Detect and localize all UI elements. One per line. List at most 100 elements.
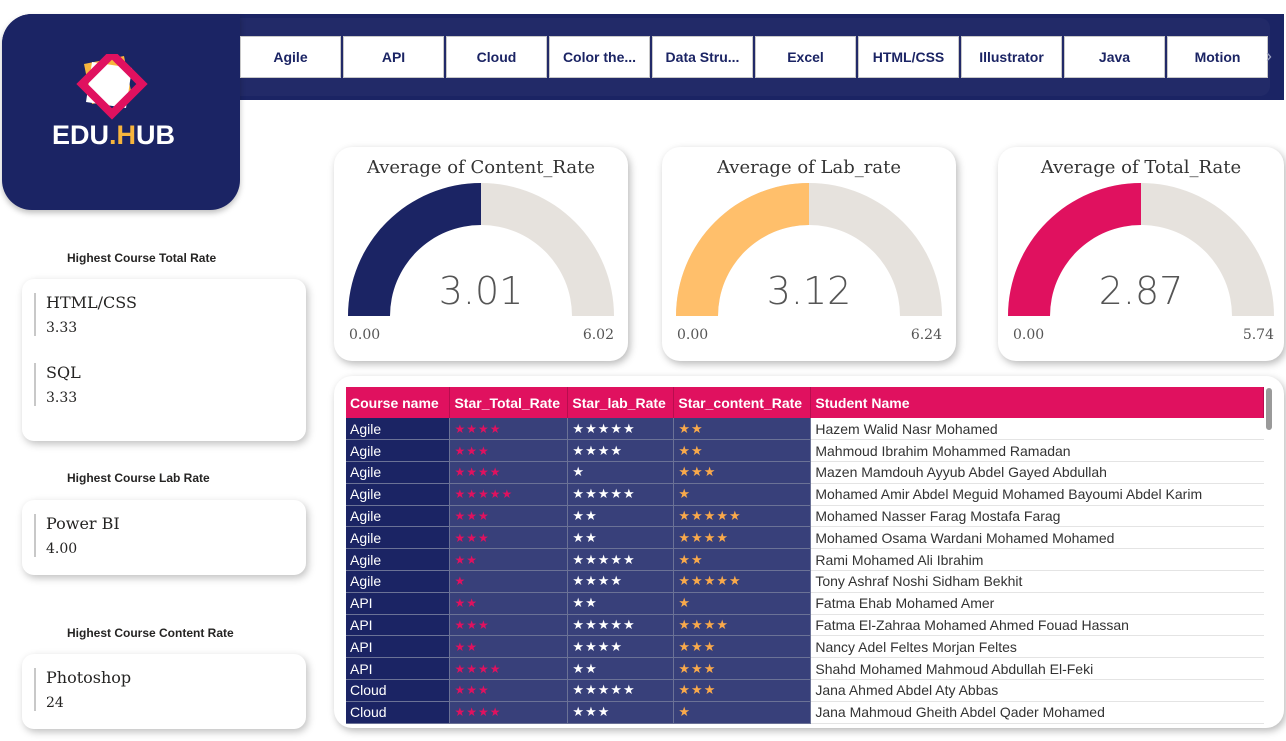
chevron-right-icon[interactable]: › bbox=[1266, 46, 1272, 67]
table-cell: ★★ bbox=[567, 526, 675, 550]
gauge-max: 6.02 bbox=[582, 327, 614, 343]
highest-content-rate-card: Photoshop 24 bbox=[22, 654, 306, 729]
table-scrollbar[interactable] bbox=[1266, 388, 1272, 430]
gauge-title: Average of Total_Rate bbox=[1040, 157, 1242, 178]
slicer-item[interactable]: Excel bbox=[755, 36, 856, 78]
table-cell: ★★★★ bbox=[449, 657, 569, 681]
table-row[interactable]: Agile ★★★ ★★★★ ★★ Mahmoud Ibrahim Mohammed R… bbox=[346, 439, 1264, 463]
gauge-max: 6.24 bbox=[910, 327, 942, 343]
table-cell: Mohamed Osama Wardani Mohamed Mohamed bbox=[810, 526, 1264, 550]
slicer-item[interactable]: Color the... bbox=[549, 36, 650, 78]
table-cell: ★★ bbox=[567, 592, 675, 615]
table-row[interactable]: Agile ★★★★ ★ ★★★ Mazen Mamdouh Ayyub Abdel G… bbox=[346, 461, 1264, 484]
table-cell: ★★ bbox=[673, 439, 812, 463]
gauge-title: Average of Content_Rate bbox=[366, 157, 596, 178]
table-cell: API bbox=[346, 635, 451, 659]
table-cell: ★★ bbox=[673, 548, 812, 572]
table-cell: ★★★★ bbox=[449, 418, 569, 441]
table-cell: API bbox=[346, 614, 451, 637]
table-cell: Agile bbox=[346, 483, 451, 506]
column-header[interactable]: Star_lab_Rate bbox=[567, 387, 675, 418]
table-cell: ★★★★★ bbox=[567, 679, 675, 702]
side-item: Photoshop 24 bbox=[34, 668, 131, 711]
table-cell: ★★ bbox=[673, 418, 812, 441]
slicer-item[interactable]: Cloud bbox=[446, 36, 547, 78]
table-cell: ★★★★★ bbox=[567, 548, 675, 572]
logo-panel: EDU.HUB bbox=[2, 14, 240, 210]
course-value: 3.33 bbox=[46, 390, 78, 406]
table-row[interactable]: API ★★★ ★★★★★ ★★★★ Fatma El-Zahraa Mohamed A… bbox=[346, 614, 1264, 637]
table-cell: Jana Mahmoud Gheith Abdel Qader Mohamed bbox=[810, 701, 1264, 724]
table-cell: ★★★★ bbox=[673, 614, 812, 637]
table-row[interactable]: Agile ★★★ ★★ ★★★★ Mohamed Osama Wardani Moha… bbox=[346, 526, 1264, 550]
table-row[interactable]: Agile ★★ ★★★★★ ★★ Rami Mohamed Ali Ibrahim bbox=[346, 548, 1264, 572]
table-row[interactable]: Agile ★★★★ ★★★★★ ★★ Hazem Walid Nasr Mohamed bbox=[346, 418, 1264, 441]
table-cell: Rami Mohamed Ali Ibrahim bbox=[810, 548, 1264, 572]
table-cell: ★★★ bbox=[673, 679, 812, 702]
table-cell: ★★★ bbox=[449, 439, 569, 463]
table-cell: Cloud bbox=[346, 679, 451, 702]
slicer-item[interactable]: Illustrator bbox=[961, 36, 1062, 78]
table-row[interactable]: Agile ★★★ ★★ ★★★★★ Mohamed Nasser Farag Most… bbox=[346, 505, 1264, 528]
course-name: SQL bbox=[46, 363, 81, 382]
slicer-item[interactable]: API bbox=[343, 36, 444, 78]
table-row[interactable]: Agile ★ ★★★★ ★★★★★ Tony Ashraf Noshi Sidham … bbox=[346, 570, 1264, 593]
table-row[interactable]: API ★★ ★★ ★ Fatma Ehab Mohamed Amer bbox=[346, 592, 1264, 615]
table-cell: ★★★★ bbox=[567, 570, 675, 593]
table-cell: ★★★★★ bbox=[567, 614, 675, 637]
slicer-item[interactable]: Motion bbox=[1167, 36, 1268, 78]
table-cell: ★★★ bbox=[449, 526, 569, 550]
gauge-value: 3.12 bbox=[766, 269, 852, 313]
students-table-card: Course name Star_Total_Rate Star_lab_Rate S… bbox=[334, 376, 1284, 728]
table-cell: ★★★★ bbox=[449, 701, 569, 724]
table-cell: ★★★★★ bbox=[567, 418, 675, 441]
table-cell: ★★★★ bbox=[567, 439, 675, 463]
table-cell: Cloud bbox=[346, 701, 451, 724]
table-cell: Shahd Mohamed Mahmoud Abdullah El-Feki bbox=[810, 657, 1264, 681]
table-cell: ★★★ bbox=[567, 701, 675, 724]
table-row[interactable]: API ★★★★ ★★ ★★★ Shahd Mohamed Mahmoud Abdull… bbox=[346, 657, 1264, 681]
course-value: 3.33 bbox=[46, 320, 78, 336]
side-item: HTML/CSS 3.33 bbox=[34, 293, 137, 336]
table-cell: ★ bbox=[673, 592, 812, 615]
gauge-max: 5.74 bbox=[1242, 327, 1274, 343]
slicer-item[interactable]: HTML/CSS bbox=[858, 36, 959, 78]
highest-lab-rate-label: Highest Course Lab Rate bbox=[67, 471, 210, 485]
course-name: HTML/CSS bbox=[46, 293, 137, 312]
gauge-card-lab-rate: Average of Lab_rate 3.12 0.00 6.24 bbox=[662, 147, 956, 361]
table-row[interactable]: API ★★ ★★★★ ★★★ Nancy Adel Feltes Morjan Fel… bbox=[346, 635, 1264, 659]
table-header-row: Course name Star_Total_Rate Star_lab_Rate S… bbox=[346, 387, 1264, 418]
table-cell: ★★ bbox=[567, 657, 675, 681]
table-cell: Tony Ashraf Noshi Sidham Bekhit bbox=[810, 570, 1264, 593]
table-cell: ★ bbox=[673, 483, 812, 506]
highest-lab-rate-card: Power BI 4.00 bbox=[22, 500, 306, 575]
slicer-item[interactable]: Agile bbox=[240, 36, 341, 78]
table-cell: ★ bbox=[449, 570, 569, 593]
table-row[interactable]: Cloud ★★★ ★★★★★ ★★★ Jana Ahmed Abdel Aty Abb… bbox=[346, 679, 1264, 702]
table-cell: Agile bbox=[346, 570, 451, 593]
column-header[interactable]: Student Name bbox=[810, 387, 1264, 418]
table-cell: ★★★★★ bbox=[567, 483, 675, 506]
column-header[interactable]: Star_Total_Rate bbox=[449, 387, 569, 418]
gauge-card-total-rate: Average of Total_Rate 2.87 0.00 5.74 bbox=[998, 147, 1284, 361]
table-cell: ★★★ bbox=[673, 657, 812, 681]
slicer-item[interactable]: Java bbox=[1064, 36, 1165, 78]
column-header[interactable]: Star_content_Rate bbox=[673, 387, 812, 418]
slicer-item[interactable]: Data Stru... bbox=[652, 36, 753, 78]
table-cell: ★★★ bbox=[449, 679, 569, 702]
table-row[interactable]: Cloud ★★★★ ★★★ ★ Jana Mahmoud Gheith Abdel Q… bbox=[346, 701, 1264, 724]
table-cell: ★★★★ bbox=[449, 461, 569, 484]
course-name: Photoshop bbox=[46, 668, 132, 687]
logo-text: EDU.HUB bbox=[52, 120, 176, 150]
course-value: 24 bbox=[46, 695, 64, 711]
highest-total-rate-label: Highest Course Total Rate bbox=[67, 251, 217, 265]
table-cell: Agile bbox=[346, 439, 451, 463]
table-row[interactable]: Agile ★★★★★ ★★★★★ ★ Mohamed Amir Abdel Megui… bbox=[346, 483, 1264, 506]
table-cell: ★★ bbox=[449, 592, 569, 615]
gauge-value: 3.01 bbox=[438, 269, 524, 313]
table-cell: ★★ bbox=[567, 505, 675, 528]
table-cell: Hazem Walid Nasr Mohamed bbox=[810, 418, 1264, 441]
side-item: Power BI 4.00 bbox=[34, 514, 120, 557]
table-cell: ★★★ bbox=[449, 505, 569, 528]
column-header[interactable]: Course name bbox=[346, 387, 451, 418]
